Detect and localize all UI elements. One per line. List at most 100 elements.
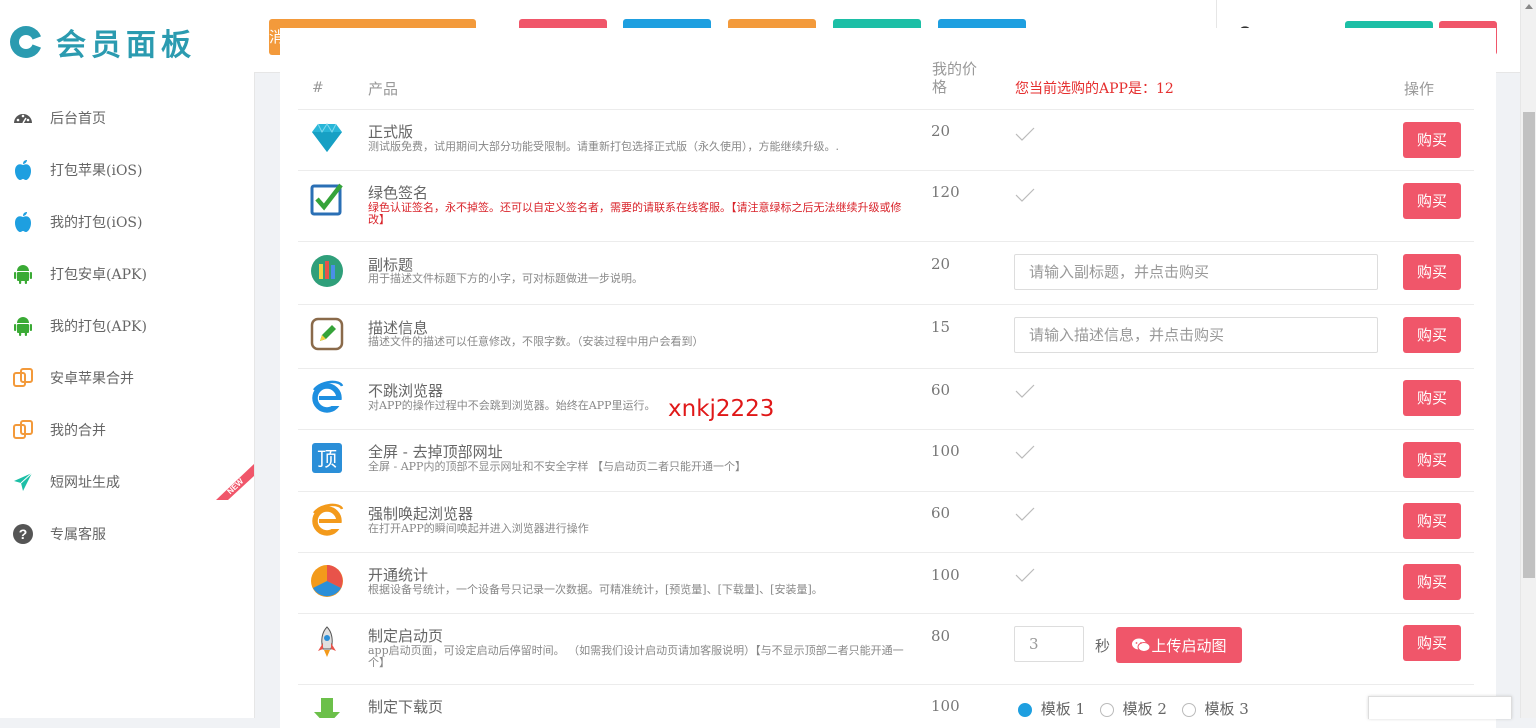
check-icon [1015, 384, 1035, 398]
rocket-icon [318, 626, 336, 657]
sidebar-item-pack-ios[interactable]: 打包苹果(iOS) [0, 144, 254, 196]
merge-icon [12, 367, 34, 389]
sidebar-item-merge[interactable]: 安卓苹果合并 [0, 352, 254, 404]
buy-button[interactable]: 购买 [1403, 122, 1461, 158]
product-price: 20 [931, 255, 951, 273]
wechat-icon [1132, 638, 1151, 652]
product-desc: 对APP的操作过程中不会跳到浏览器。始终在APP里运行。 [368, 399, 656, 412]
product-price: 100 [931, 566, 960, 584]
buy-button[interactable]: 购买 [1403, 442, 1461, 478]
sidebar-item-support[interactable]: ? 专属客服 [0, 508, 254, 560]
buy-button[interactable]: 购买 [1403, 317, 1461, 353]
header-price: 我的价格 [932, 60, 978, 96]
buy-button[interactable]: 购买 [1403, 183, 1461, 219]
sidebar-item-label: 我的合并 [50, 423, 106, 439]
product-desc: 全屏 - APP内的顶部不显示网址和不安全字样 【与启动页二者只能开通一个】 [368, 460, 746, 473]
android-icon [12, 263, 34, 285]
buy-button[interactable]: 购买 [1403, 625, 1461, 661]
product-name: 全屏 - 去掉顶部网址 [368, 443, 503, 461]
android-icon [12, 315, 34, 337]
sidebar-item-label: 我的打包(iOS) [50, 215, 143, 231]
table-row: 副标题 用于描述文件标题下方的小字，可对标题做进一步说明。 20 请输入副标题，… [298, 241, 1474, 305]
table-header: # 产品 我的价格 您当前选购的APP是：12 操作 [298, 60, 1474, 110]
template-radio-1[interactable] [1018, 703, 1032, 717]
subtitle-input[interactable]: 请输入副标题，并点击购买 [1014, 254, 1378, 290]
product-name: 不跳浏览器 [368, 382, 444, 400]
buy-button[interactable]: 购买 [1403, 503, 1461, 539]
header-action: 操作 [1404, 80, 1435, 98]
diamond-icon [312, 123, 342, 152]
download-icon [314, 698, 340, 718]
product-price: 120 [931, 183, 960, 201]
product-price: 80 [931, 627, 951, 645]
sidebar-item-label: 打包安卓(APK) [50, 267, 147, 283]
buy-button[interactable]: 购买 [1403, 564, 1461, 600]
check-icon [1015, 568, 1035, 582]
description-input[interactable]: 请输入描述信息，并点击购买 [1014, 317, 1378, 353]
edit-icon [310, 317, 344, 351]
checkbox-icon [310, 183, 343, 216]
svg-text:?: ? [19, 526, 28, 542]
product-name: 开通统计 [368, 566, 429, 584]
logo-icon [10, 26, 42, 58]
product-desc: 绿色认证签名，永不掉签。还可以自定义签名者，需要的请联系在线客服。【请注意绿标之… [368, 201, 902, 226]
sidebar-nav: 后台首页 打包苹果(iOS) 我的打包(iOS) 打包安卓(APK) 我的打包(… [0, 92, 254, 560]
table-row: 强制唤起浏览器 在打开APP的瞬间唤起并进入浏览器进行操作 60 购买 [298, 491, 1474, 553]
template-label: 模板 1 [1040, 700, 1086, 718]
check-icon [1015, 188, 1035, 202]
product-name: 制定启动页 [368, 627, 444, 645]
airplane-icon [12, 471, 34, 493]
product-desc: 在打开APP的瞬间唤起并进入浏览器进行操作 [368, 522, 589, 535]
product-desc: 测试版免费，试用期间大部分功能受限制。请重新打包选择正式版（永久使用），方能继续… [368, 140, 839, 153]
buy-button[interactable]: 购买 [1403, 254, 1461, 290]
table-row: 绿色签名 绿色认证签名，永不掉签。还可以自定义签名者，需要的请联系在线客服。【请… [298, 170, 1474, 242]
upload-splash-label: 上传启动图 [1151, 636, 1227, 655]
product-price: 60 [931, 381, 951, 399]
logo-text: 会员面板 [56, 28, 196, 63]
new-badge: NEW [216, 464, 254, 500]
dashboard-icon [12, 107, 34, 129]
table-row: 制定启动页 app启动页面，可设定启动后停留时间。 （如需我们设计启动页请加客服… [298, 613, 1474, 685]
header-index: # [312, 80, 324, 96]
product-desc: 根据设备号统计，一个设备号只记录一次数据。可精准统计，[预览量]、[下载量]、[… [368, 583, 823, 596]
sidebar-item-label: 专属客服 [50, 527, 106, 543]
sidebar-item-short-url[interactable]: 短网址生成 NEW [0, 456, 254, 508]
sidebar-item-my-ios[interactable]: 我的打包(iOS) [0, 196, 254, 248]
sidebar-item-label: 打包苹果(iOS) [50, 163, 143, 179]
check-icon [1015, 445, 1035, 459]
template-options: 模板 1 模板 2 模板 3 [1018, 698, 1249, 718]
product-name: 绿色签名 [368, 184, 429, 202]
scroll-thumb[interactable] [1523, 112, 1535, 578]
header-product: 产品 [368, 80, 399, 98]
browser-orange-icon [312, 503, 344, 536]
sidebar-item-label: 短网址生成 [50, 475, 120, 491]
svg-text:顶: 顶 [317, 447, 337, 471]
upload-splash-button[interactable]: 上传启动图 [1116, 627, 1242, 663]
check-icon [1015, 507, 1035, 521]
splash-seconds-input[interactable]: 3 [1014, 626, 1084, 662]
sidebar-item-my-apk[interactable]: 我的打包(APK) [0, 300, 254, 352]
logo[interactable]: 会员面板 [8, 22, 196, 63]
floating-panel[interactable] [1368, 696, 1512, 719]
buy-button[interactable]: 购买 [1403, 380, 1461, 416]
sidebar-item-label: 我的打包(APK) [50, 319, 147, 335]
merge-icon [12, 419, 34, 441]
product-name: 强制唤起浏览器 [368, 505, 474, 523]
product-name: 制定下载页 [368, 698, 444, 716]
template-radio-2[interactable] [1099, 703, 1114, 717]
sidebar-item-my-merge[interactable]: 我的合并 [0, 404, 254, 456]
table-row: 描述信息 描述文件的描述可以任意修改，不限字数。（安装过程中用户会看到） 15 … [298, 304, 1474, 369]
table-row: 开通统计 根据设备号统计，一个设备号只记录一次数据。可精准统计，[预览量]、[下… [298, 552, 1474, 614]
product-name: 正式版 [368, 123, 414, 141]
apple-icon [12, 211, 34, 233]
pencils-icon [311, 255, 343, 287]
scrollbar[interactable] [1520, 0, 1536, 718]
scroll-up-arrow-icon[interactable] [1525, 4, 1533, 9]
check-icon [1015, 127, 1035, 141]
template-radio-3[interactable] [1181, 703, 1196, 717]
sidebar: 会员面板 后台首页 打包苹果(iOS) 我的打包(iOS) 打包安卓(APK) [0, 0, 255, 718]
header-selected-app: 您当前选购的APP是：12 [1015, 81, 1174, 97]
sidebar-item-pack-apk[interactable]: 打包安卓(APK) [0, 248, 254, 300]
ie-browser-icon [312, 380, 344, 413]
sidebar-item-home[interactable]: 后台首页 [0, 92, 254, 144]
